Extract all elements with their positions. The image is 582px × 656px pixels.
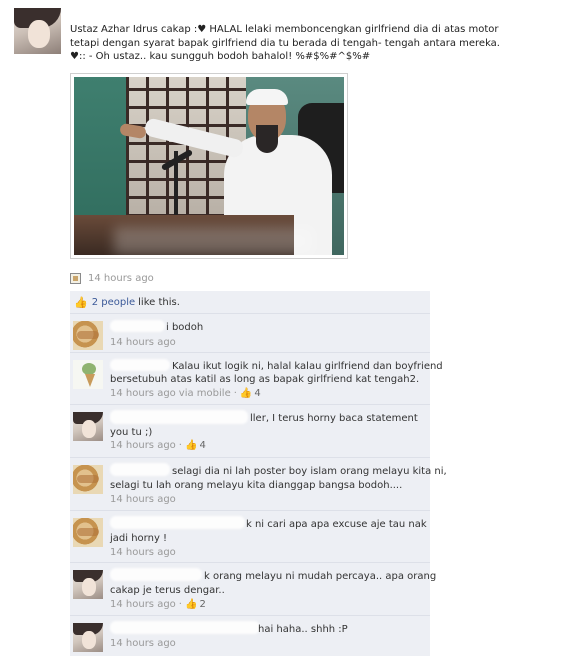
comment-meta: 14 hours ago · 👍 4: [110, 440, 206, 451]
comment: k orang melayu ni mudah percaya.. apa or…: [70, 563, 436, 616]
post-line: Ustaz Azhar Idrus cakap :♥ HALAL lelaki …: [70, 24, 499, 35]
comment: k ni cari apa apa excuse aje tau nak jad…: [70, 511, 430, 563]
post-line: ♥:: - Oh ustaz.. kau sungguh bodoh bahal…: [70, 51, 371, 62]
redacted-name: [110, 320, 165, 332]
food-avatar[interactable]: [73, 465, 103, 494]
comment-like-icon[interactable]: 👍: [185, 440, 197, 451]
comment: selagi dia ni lah poster boy islam orang…: [70, 458, 447, 511]
comment-text: hai haha.. shhh :P: [258, 624, 348, 635]
girl-avatar[interactable]: [73, 412, 103, 441]
feedback-panel: 👍 2 people like this. i bodoh 14 hours a…: [70, 291, 447, 656]
preacher-photo: [74, 77, 344, 255]
comment-text: i bodoh: [166, 322, 204, 333]
comment-time[interactable]: 14 hours ago: [110, 440, 176, 451]
comment-text: you tu ;): [110, 427, 153, 438]
photo-post-icon: [70, 272, 81, 284]
comment-time[interactable]: 14 hours ago: [110, 547, 176, 558]
comment-via: via mobile: [178, 388, 231, 399]
thumbs-up-icon: 👍: [74, 295, 88, 309]
avatar-face: [28, 20, 50, 48]
comment-meta: 14 hours ago · 👍 2: [110, 599, 206, 610]
comment-like-count[interactable]: 4: [254, 388, 260, 399]
separator-dot: ·: [233, 388, 237, 399]
comment: i bodoh 14 hours ago: [70, 314, 430, 353]
post-line: tetapi dengan syarat bapak girlfriend di…: [70, 37, 500, 49]
comment-time[interactable]: 14 hours ago: [110, 388, 176, 399]
likes-text: like this.: [138, 296, 180, 308]
post-timestamp[interactable]: 14 hours ago: [88, 273, 154, 284]
comment-text: bersetubuh atas katil as long as bapak g…: [110, 374, 420, 385]
comment-time[interactable]: 14 hours ago: [110, 599, 176, 610]
comment-meta: 14 hours ago: [110, 494, 176, 505]
likes-row: 👍 2 people like this.: [70, 291, 430, 314]
redacted-name: [110, 463, 170, 476]
author-avatar[interactable]: [14, 8, 61, 54]
comment: Kalau ikut logik ni, halal kalau girlfri…: [70, 353, 443, 405]
comment: ller, I terus horny baca statement you t…: [70, 405, 430, 458]
redacted-name: [110, 568, 202, 581]
separator-dot: ·: [178, 599, 182, 610]
post-photo[interactable]: [70, 73, 348, 259]
girl-avatar[interactable]: [73, 570, 103, 599]
comment-like-count[interactable]: 4: [199, 440, 205, 451]
comment-text: Kalau ikut logik ni, halal kalau girlfri…: [172, 361, 443, 372]
comment-time[interactable]: 14 hours ago: [110, 494, 176, 505]
redacted-name: [110, 621, 260, 634]
comment-meta: 14 hours ago via mobile · 👍 4: [110, 388, 261, 399]
post-meta: 14 hours ago: [70, 270, 154, 286]
comment-text: k orang melayu ni mudah percaya.. apa or…: [204, 571, 437, 582]
comment-meta: 14 hours ago: [110, 547, 176, 558]
comment: hai haha.. shhh :P 14 hours ago: [70, 616, 430, 656]
comment-text: selagi dia ni lah poster boy islam orang…: [172, 466, 447, 477]
redacted-name: [110, 410, 248, 424]
comment-like-count[interactable]: 2: [199, 599, 205, 610]
food-avatar[interactable]: [73, 321, 103, 350]
redacted-name: [110, 516, 245, 529]
separator-dot: ·: [178, 440, 182, 451]
likes-link[interactable]: 2 people: [92, 297, 135, 308]
post-message: Ustaz Azhar Idrus cakap :♥ HALAL lelaki …: [70, 23, 570, 64]
comment-text: k ni cari apa apa excuse aje tau nak: [246, 519, 427, 530]
comment-text: ller, I terus horny baca statement: [250, 413, 418, 424]
comment-like-icon[interactable]: 👍: [240, 388, 252, 399]
comment-text: jadi horny !: [110, 533, 168, 544]
food-avatar[interactable]: [73, 518, 103, 547]
girl-avatar[interactable]: [73, 623, 103, 652]
comment-like-icon[interactable]: 👍: [185, 599, 197, 610]
icecream-avatar[interactable]: [73, 360, 103, 389]
comment-meta: 14 hours ago: [110, 337, 176, 348]
comment-text: selagi tu lah orang melayu kita dianggap…: [110, 480, 403, 491]
comment-time[interactable]: 14 hours ago: [110, 337, 176, 348]
comment-text: cakap je terus dengar..: [110, 585, 225, 596]
redacted-name: [110, 359, 170, 371]
